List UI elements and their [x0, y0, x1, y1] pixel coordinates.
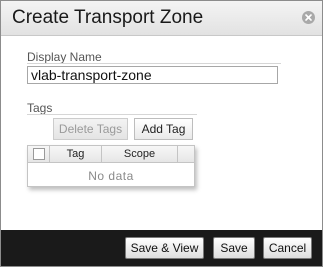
close-x-glyph — [305, 14, 312, 21]
column-header-spacer — [178, 146, 194, 162]
display-name-divider — [27, 63, 281, 64]
save-and-view-button[interactable]: Save & View — [125, 237, 204, 259]
cancel-button[interactable]: Cancel — [263, 237, 312, 259]
tags-divider — [27, 114, 197, 115]
display-name-label: Display Name — [27, 50, 102, 64]
column-header-tag[interactable]: Tag — [50, 146, 102, 162]
save-button[interactable]: Save — [213, 237, 255, 259]
column-header-scope[interactable]: Scope — [102, 146, 178, 162]
delete-tags-button[interactable]: Delete Tags — [53, 118, 128, 140]
create-transport-zone-dialog: Create Transport Zone Display Name Tags … — [0, 0, 323, 267]
dialog-footer: Save & View Save Cancel — [1, 230, 322, 266]
display-name-input[interactable] — [27, 66, 278, 84]
tags-table: Tag Scope No data — [27, 145, 195, 187]
tags-table-header: Tag Scope — [28, 146, 194, 163]
add-tag-button[interactable]: Add Tag — [134, 118, 193, 140]
select-all-checkbox[interactable] — [33, 148, 45, 160]
tags-label: Tags — [27, 101, 53, 115]
empty-table-message: No data — [88, 169, 134, 183]
close-icon[interactable] — [302, 11, 315, 24]
dialog-title-bar: Create Transport Zone — [1, 1, 322, 36]
dialog-title: Create Transport Zone — [12, 7, 204, 28]
select-all-column — [28, 146, 50, 162]
